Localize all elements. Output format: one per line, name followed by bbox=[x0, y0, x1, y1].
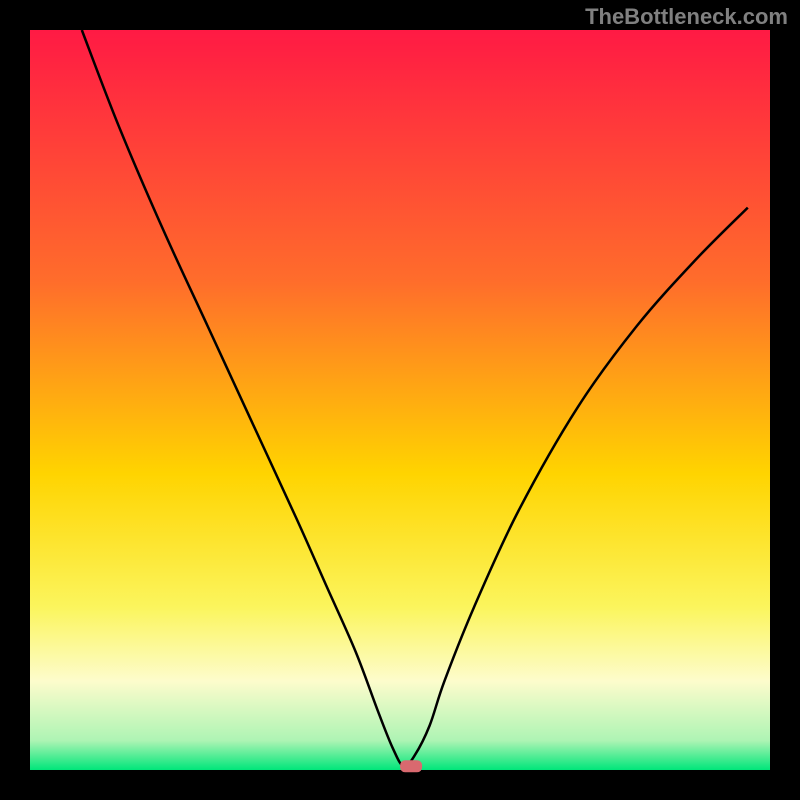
watermark-text: TheBottleneck.com bbox=[585, 4, 788, 30]
chart-container: TheBottleneck.com bbox=[0, 0, 800, 800]
plot-background bbox=[30, 30, 770, 770]
bottleneck-chart bbox=[0, 0, 800, 800]
optimal-marker bbox=[400, 760, 422, 772]
